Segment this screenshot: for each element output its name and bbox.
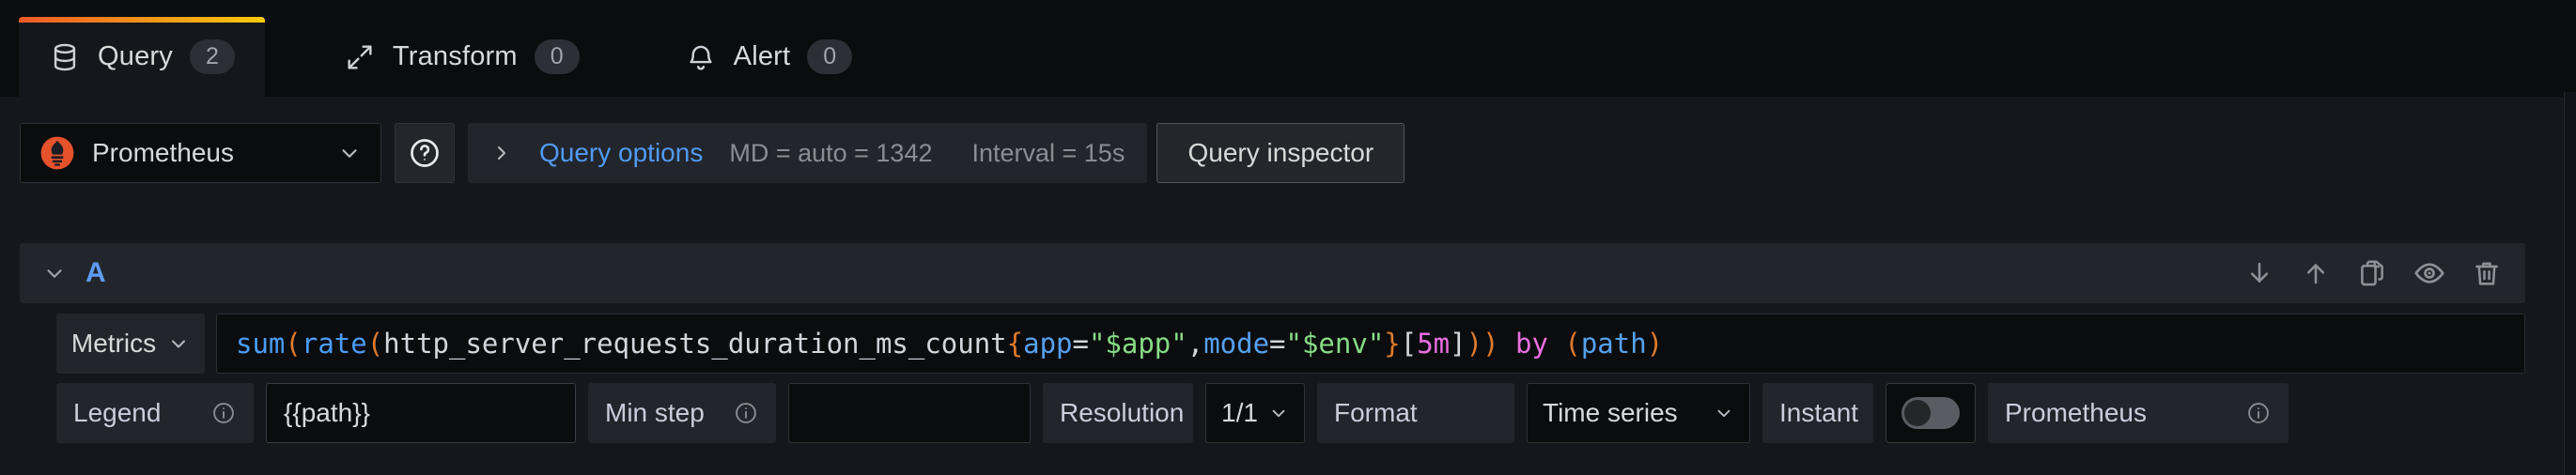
trash-icon	[2471, 257, 2503, 289]
query-expression-input[interactable]: sum(rate(http_server_requests_duration_m…	[216, 314, 2525, 374]
min-step-label: Min step	[588, 383, 776, 443]
chevron-down-icon	[337, 141, 362, 165]
tab-query[interactable]: Query 2	[19, 17, 265, 97]
panel-edge-divider	[2564, 92, 2565, 475]
toggle-query-visibility-button[interactable]	[2413, 256, 2446, 290]
chevron-down-icon	[167, 332, 190, 355]
eye-icon	[2413, 256, 2446, 290]
query-row-header[interactable]: A	[20, 243, 2525, 303]
datasource-help-button[interactable]	[395, 123, 455, 183]
tab-transform-label: Transform	[393, 41, 518, 72]
legend-label: Legend	[56, 383, 254, 443]
bell-icon	[685, 41, 717, 73]
chevron-down-icon	[1268, 403, 1289, 423]
min-step-input[interactable]	[788, 383, 1031, 443]
tab-query-label: Query	[98, 41, 173, 72]
chevron-down-icon	[1714, 403, 1734, 423]
tab-alert-badge: 0	[807, 39, 852, 74]
query-options-row: Legend Min step Resolution 1/1 Format Ti…	[56, 383, 2289, 443]
question-circle-icon	[408, 136, 442, 170]
query-row-actions	[2243, 256, 2503, 290]
active-tab-stripe	[19, 17, 265, 23]
editor-tabbar: Query 2 Transform 0 Alert 0	[0, 0, 2576, 97]
query-toolbar: Prometheus Query options MD = auto = 134…	[20, 123, 1404, 183]
resolution-select[interactable]: 1/1	[1205, 383, 1305, 443]
info-icon[interactable]	[210, 400, 237, 426]
query-options-bar[interactable]: Query options MD = auto = 1342 Interval …	[468, 123, 1147, 183]
info-icon[interactable]	[2245, 400, 2272, 426]
resolution-value: 1/1	[1221, 398, 1258, 428]
right-gutter	[2565, 92, 2576, 475]
query-options-label: Query options	[539, 138, 703, 168]
legend-label-text: Legend	[73, 398, 161, 428]
toggle-track	[1901, 397, 1960, 429]
instant-label: Instant	[1762, 383, 1873, 443]
query-expression: sum(rate(http_server_requests_duration_m…	[236, 328, 1663, 360]
tab-transform[interactable]: Transform 0	[318, 17, 606, 97]
metrics-dropdown-label: Metrics	[71, 329, 156, 359]
prometheus-label-text: Prometheus	[2005, 398, 2147, 428]
prometheus-datasource-label: Prometheus	[1988, 383, 2289, 443]
datasource-picker[interactable]: Prometheus	[20, 123, 381, 183]
copy-icon	[2356, 257, 2388, 289]
format-label: Format	[1317, 383, 1514, 443]
query-editor-row: Metrics sum(rate(http_server_requests_du…	[56, 314, 2525, 374]
metrics-dropdown[interactable]: Metrics	[56, 314, 205, 374]
process-icon	[344, 41, 376, 73]
remove-query-button[interactable]	[2471, 257, 2503, 289]
tab-query-badge: 2	[190, 39, 235, 74]
resolution-label-text: Resolution	[1060, 398, 1184, 428]
database-icon	[49, 41, 81, 73]
info-icon[interactable]	[733, 400, 759, 426]
prometheus-logo	[39, 135, 75, 171]
move-query-up-button[interactable]	[2300, 257, 2332, 289]
tab-alert[interactable]: Alert 0	[659, 17, 879, 97]
query-options-max-data-points: MD = auto = 1342	[729, 139, 932, 168]
legend-input[interactable]	[266, 383, 576, 443]
resolution-label: Resolution	[1043, 383, 1193, 443]
tab-transform-badge: 0	[535, 39, 580, 74]
duplicate-query-button[interactable]	[2356, 257, 2388, 289]
tab-alert-label: Alert	[734, 41, 791, 72]
instant-label-text: Instant	[1779, 398, 1858, 428]
datasource-name: Prometheus	[92, 138, 320, 168]
move-query-down-button[interactable]	[2243, 257, 2275, 289]
instant-toggle[interactable]	[1885, 383, 1976, 443]
query-inspector-button[interactable]: Query inspector	[1156, 123, 1404, 183]
arrow-down-icon	[2243, 257, 2275, 289]
arrow-up-icon	[2300, 257, 2332, 289]
collapse-chevron-down-icon[interactable]	[42, 261, 67, 285]
min-step-label-text: Min step	[605, 398, 705, 428]
query-ref-id: A	[85, 257, 106, 289]
format-label-text: Format	[1334, 398, 1418, 428]
format-select[interactable]: Time series	[1527, 383, 1750, 443]
query-options-interval: Interval = 15s	[971, 139, 1125, 168]
toggle-knob	[1904, 400, 1931, 426]
format-value: Time series	[1543, 398, 1678, 428]
chevron-right-icon	[490, 142, 513, 164]
